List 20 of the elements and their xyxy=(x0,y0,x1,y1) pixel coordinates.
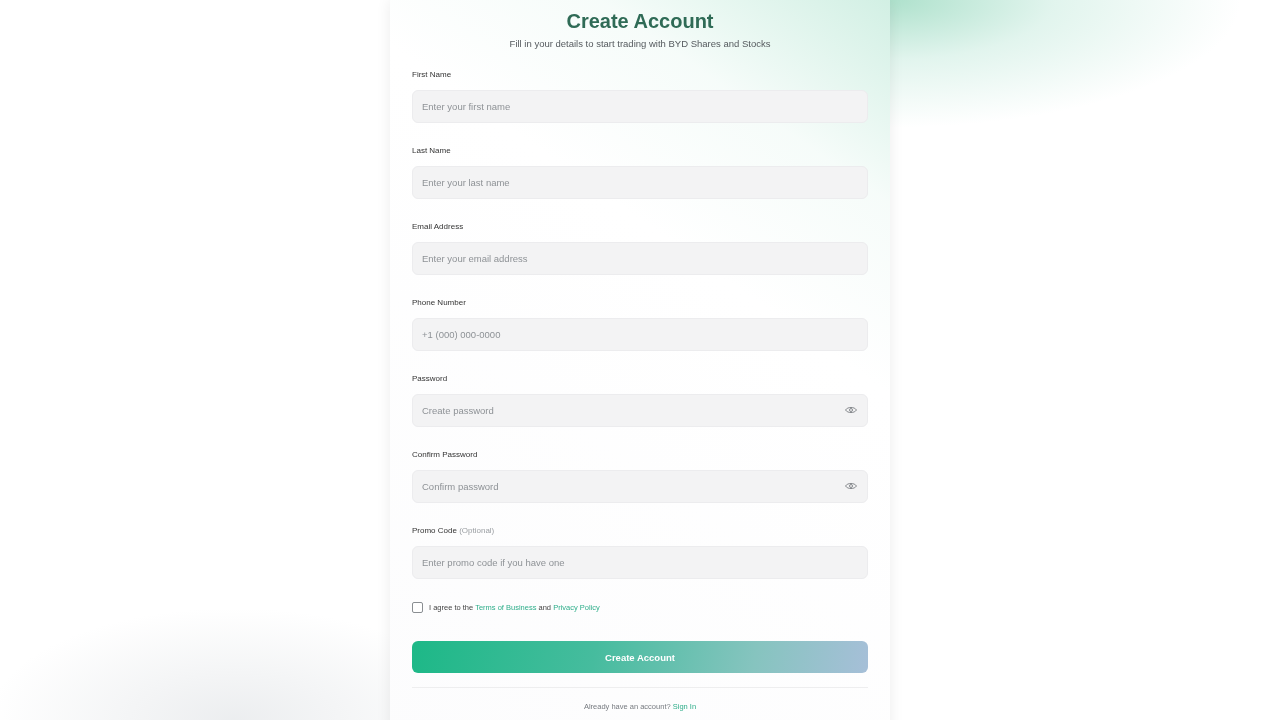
checkbox[interactable] xyxy=(412,602,423,613)
create-account-button[interactable]: Create Account xyxy=(412,641,868,673)
field-label: Confirm Password xyxy=(412,450,478,460)
field-label: Password xyxy=(412,374,448,384)
input-field[interactable]: Enter your email address xyxy=(412,242,868,275)
field-label: First Name xyxy=(412,70,452,80)
field-label: Promo Code (Optional) xyxy=(412,526,495,536)
form-title: Create Account xyxy=(566,9,714,33)
password-field[interactable]: Confirm password xyxy=(412,470,868,503)
input-field[interactable]: +1 (000) 000-0000 xyxy=(412,318,868,351)
eye-icon[interactable] xyxy=(845,406,857,414)
input-field[interactable]: Enter promo code if you have one xyxy=(412,546,868,579)
field-label: Phone Number xyxy=(412,298,466,308)
password-field[interactable]: Create password xyxy=(412,394,868,427)
form-subtitle: Fill in your details to start trading with BYD Shares and Stocks xyxy=(509,38,771,50)
eye-icon[interactable] xyxy=(845,482,857,490)
input-field[interactable]: Enter your first name xyxy=(412,90,868,123)
field-label: Email Address xyxy=(412,222,464,232)
field-label: Last Name xyxy=(412,146,451,156)
input-field[interactable]: Enter your last name xyxy=(412,166,868,199)
